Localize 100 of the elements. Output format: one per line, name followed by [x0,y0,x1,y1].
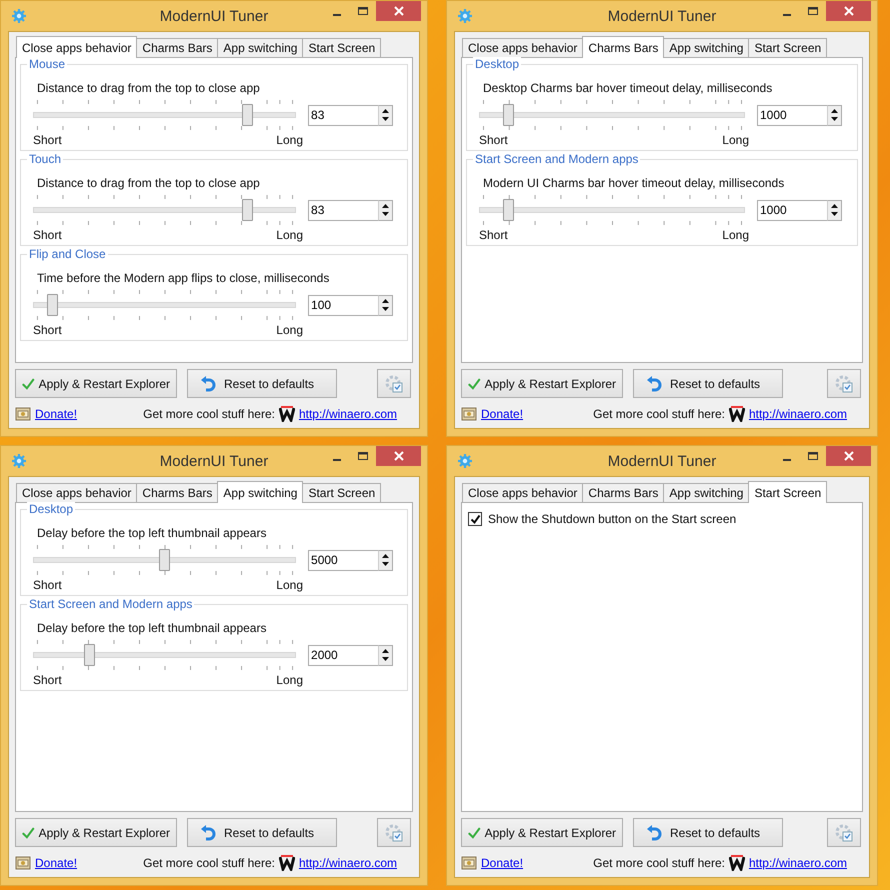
spin-buttons[interactable] [378,200,394,220]
tab[interactable]: Charms Bars [582,36,664,58]
slider-thumb[interactable] [502,104,514,126]
group-title: Touch [27,152,64,166]
spin-buttons[interactable] [378,294,394,316]
setting-label: Delay before the top left thumbnail appears [37,621,268,635]
max-label: Long [276,228,303,242]
slider-thumb[interactable] [159,549,170,571]
donate-link[interactable]: Donate! [35,407,78,421]
close-button[interactable] [826,1,871,21]
setting-label: Time before the Modern app flips to close, milliseconds [37,271,330,285]
spin-buttons[interactable] [378,550,394,570]
w-logo-icon [278,406,295,422]
promo-text: Get more cool stuff here: [143,856,275,870]
tab[interactable]: Close apps behavior [462,483,584,502]
reset-button[interactable]: Reset to defaults [187,369,337,398]
gear-icon [457,8,473,24]
up-arrow-icon[interactable] [828,107,841,115]
down-arrow-icon[interactable] [828,210,841,218]
checkmark-icon [468,824,481,840]
setting-label: Modern UI Charms bar hover timeout delay, milliseconds [483,176,786,190]
checkbox-label: Show the Shutdown button on the Start screen [488,512,736,526]
website-link[interactable]: http://winaero.com [748,856,847,870]
apply-button[interactable]: Apply & Restart Explorer [15,818,177,847]
slider[interactable] [33,100,296,130]
donate-icon [15,856,31,870]
website-link[interactable]: http://winaero.com [298,856,397,870]
apply-button[interactable]: Apply & Restart Explorer [461,818,623,847]
max-label: Long [722,133,749,147]
slider[interactable] [33,290,296,320]
tab[interactable]: Start Screen [748,38,828,57]
window-title: ModernUI Tuner [160,8,268,25]
number-field[interactable]: 83 [308,200,378,220]
number-field[interactable]: 100 [308,294,378,316]
spin-buttons[interactable] [378,644,394,666]
tab[interactable]: Close apps behavior [16,36,138,58]
number-field[interactable]: 83 [308,104,378,126]
donate-link[interactable]: Donate! [481,407,524,421]
tab[interactable]: App switching [217,481,304,503]
slider-thumb[interactable] [502,199,514,221]
min-label: Short [33,323,62,337]
slider-thumb[interactable] [84,644,95,666]
close-button[interactable] [376,1,421,21]
donate-icon [15,407,31,421]
tab[interactable]: Start Screen [302,38,382,57]
reset-button[interactable]: Reset to defaults [633,369,783,398]
slider[interactable] [479,100,745,130]
donate-link[interactable]: Donate! [481,856,524,870]
spin-buttons[interactable] [827,200,842,220]
w-logo-icon [278,855,295,871]
window-title: ModernUI Tuner [160,453,268,470]
group-title: Flip and Close [27,247,108,261]
promo-text: Get more cool stuff here: [143,407,275,421]
tab[interactable]: Start Screen [748,481,828,503]
spin-buttons[interactable] [378,104,394,126]
down-arrow-icon[interactable] [828,115,841,123]
tab[interactable]: App switching [217,38,304,57]
max-label: Long [276,323,303,337]
slider-thumb[interactable] [242,199,252,221]
tab[interactable]: App switching [663,483,750,502]
slider-thumb[interactable] [46,294,58,316]
reset-button[interactable]: Reset to defaults [633,818,783,847]
tab[interactable]: App switching [663,38,750,57]
promo-text: Get more cool stuff here: [593,407,725,421]
number-field[interactable]: 5000 [308,550,378,570]
website-link[interactable]: http://winaero.com [298,407,397,421]
max-label: Long [276,578,303,592]
close-button[interactable] [826,446,871,466]
group-title: Start Screen and Modern apps [27,597,194,611]
checkbox[interactable] [468,512,482,526]
apply-button[interactable]: Apply & Restart Explorer [15,369,177,398]
min-label: Short [33,673,62,687]
number-field[interactable]: 1000 [757,200,827,220]
tab[interactable]: Close apps behavior [16,483,138,502]
setting-label: Delay before the top left thumbnail appears [37,526,268,540]
checkmark-icon [22,824,35,840]
tab[interactable]: Close apps behavior [462,38,584,57]
checkmark-icon [22,376,35,392]
number-field[interactable]: 2000 [308,644,378,666]
reset-button[interactable]: Reset to defaults [187,818,337,847]
donate-icon [461,856,477,870]
donate-link[interactable]: Donate! [35,856,78,870]
tab[interactable]: Start Screen [302,483,382,502]
number-field[interactable]: 1000 [757,104,827,126]
gear-icon [11,453,27,469]
close-icon [394,451,404,461]
slider[interactable] [33,640,296,670]
settings-icon [384,374,404,394]
checkbox-option[interactable]: Show the Shutdown button on the Start screen [468,512,856,526]
slider[interactable] [33,545,296,575]
window-title: ModernUI Tuner [608,8,716,25]
apply-button[interactable]: Apply & Restart Explorer [461,369,623,398]
website-link[interactable]: http://winaero.com [748,407,847,421]
slider[interactable] [479,195,745,225]
min-label: Short [33,578,62,592]
spin-buttons[interactable] [827,104,842,126]
up-arrow-icon[interactable] [828,202,841,210]
slider[interactable] [33,195,296,225]
slider-thumb[interactable] [242,104,252,126]
close-button[interactable] [376,446,421,466]
